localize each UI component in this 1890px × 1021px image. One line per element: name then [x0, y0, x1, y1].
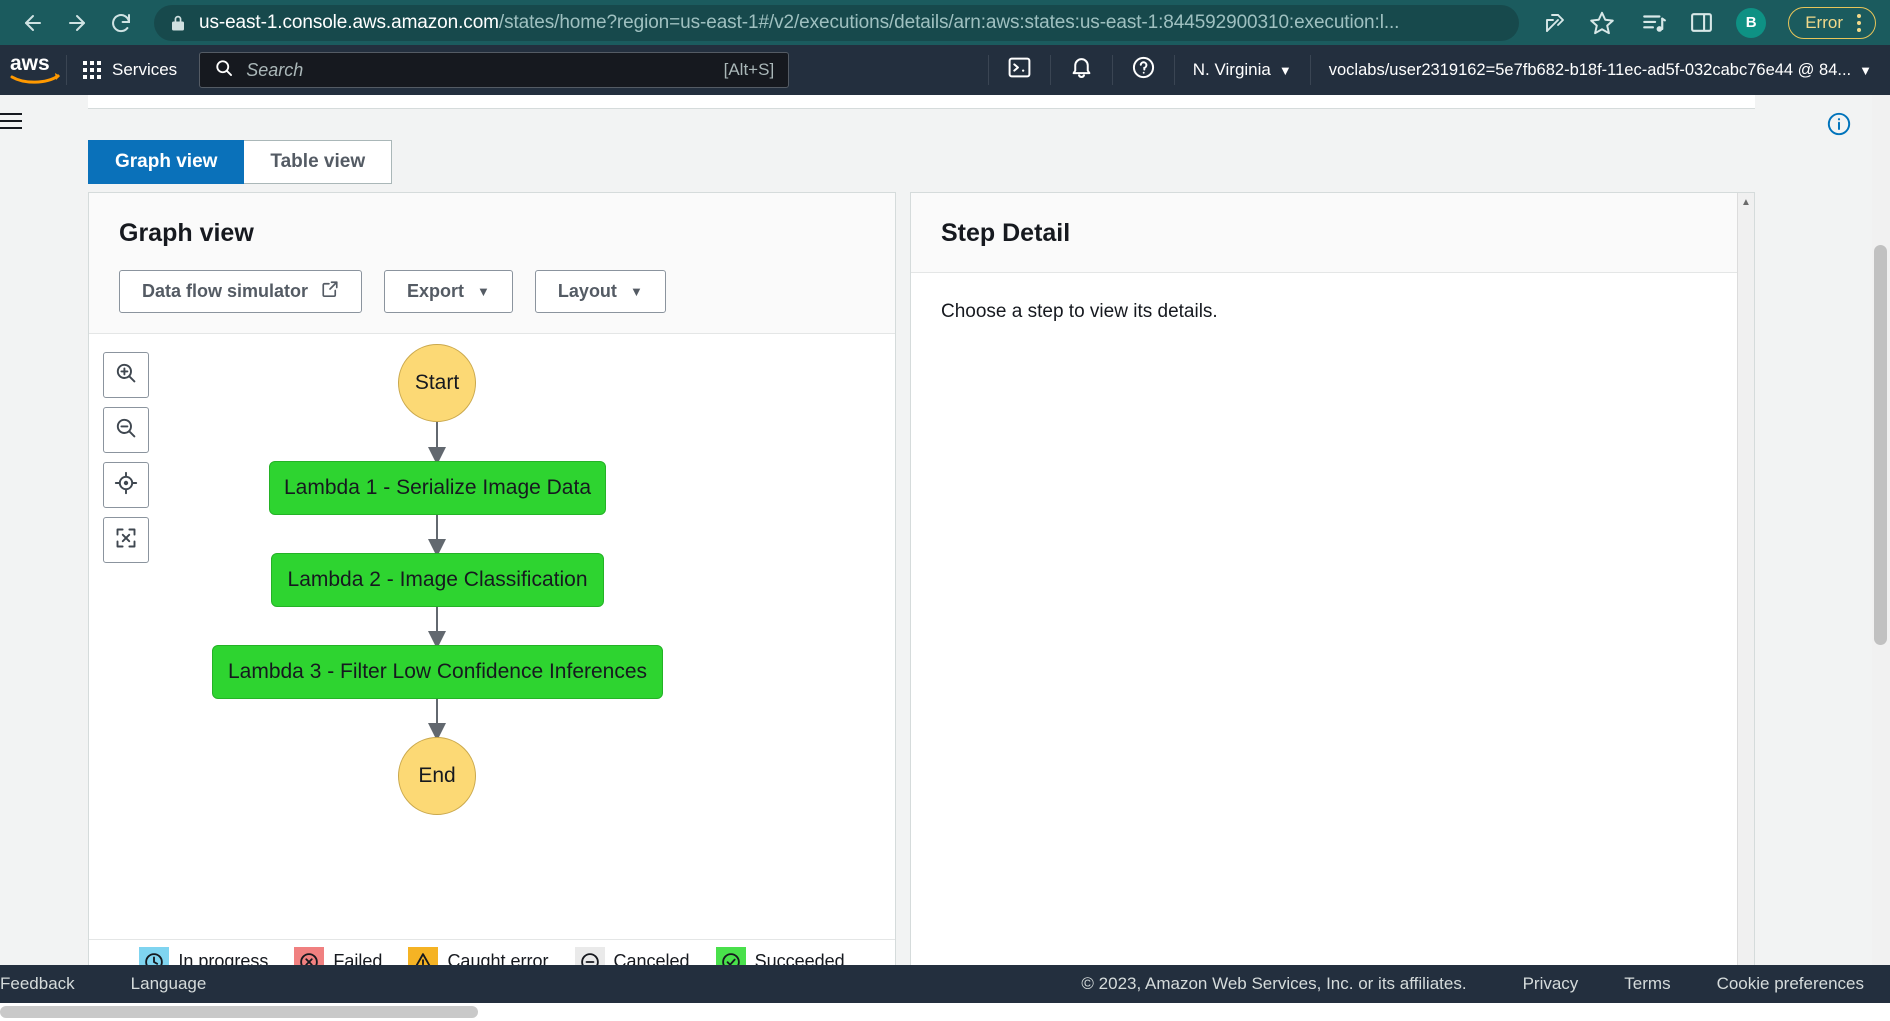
aws-logo[interactable]: aws	[0, 53, 66, 87]
account-menu[interactable]: voclabs/user2319162=5e7fb682-b18f-11ec-a…	[1311, 45, 1890, 95]
horizontal-scrollbar[interactable]	[0, 1003, 1890, 1021]
grid-icon	[83, 61, 101, 79]
step-detail-panel: Step Detail Choose a step to view its de…	[910, 192, 1755, 984]
export-button[interactable]: Export ▼	[384, 270, 513, 313]
browser-toolbar: us-east-1.console.aws.amazon.com/states/…	[0, 0, 1890, 45]
arrow-left-icon	[21, 11, 45, 35]
page-content: Graph view Table view Graph view Data fl…	[0, 95, 1890, 1021]
services-label: Services	[112, 60, 178, 79]
search-placeholder: Search	[246, 59, 304, 80]
chevron-down-icon: ▼	[477, 284, 490, 299]
horizontal-scrollbar-thumb[interactable]	[0, 1006, 478, 1018]
graph-panel-header: Graph view Data flow simulator Export ▼ …	[89, 193, 895, 333]
graph-node-lambda-2[interactable]: Lambda 2 - Image Classification	[271, 553, 604, 607]
layout-label: Layout	[557, 281, 617, 301]
page-footer: Feedback Language © 2023, Amazon Web Ser…	[0, 965, 1890, 1003]
search-icon	[214, 58, 234, 83]
breadcrumb-card	[88, 95, 1755, 109]
search-input[interactable]: Search [Alt+S]	[199, 52, 790, 88]
star-icon[interactable]	[1589, 10, 1615, 36]
url-path: /states/home?region=us-east-1#/v2/execut…	[498, 11, 1400, 33]
services-menu[interactable]: Services	[67, 45, 193, 95]
step-detail-header: Step Detail	[911, 193, 1754, 273]
region-label: N. Virginia	[1192, 60, 1271, 79]
footer-feedback-link[interactable]: Feedback	[0, 974, 75, 994]
bell-icon	[1069, 55, 1094, 85]
lock-icon	[170, 14, 186, 32]
side-panel-icon[interactable]	[1689, 10, 1714, 35]
data-flow-simulator-label: Data flow simulator	[142, 281, 309, 301]
chevron-down-icon: ▼	[1859, 62, 1872, 78]
graph-panel-title: Graph view	[119, 219, 254, 247]
arrow-right-icon	[65, 11, 89, 35]
detail-scrollbar[interactable]: ▲ ▼	[1737, 193, 1754, 983]
cloudshell-icon	[1007, 55, 1032, 85]
reading-list-icon[interactable]	[1641, 10, 1667, 36]
help-button[interactable]	[1113, 45, 1174, 95]
error-indicator[interactable]: Error	[1788, 6, 1876, 39]
chevron-down-icon: ▼	[1278, 62, 1292, 78]
question-mark-icon	[1131, 55, 1156, 85]
scrollbar-thumb[interactable]	[1874, 245, 1887, 645]
footer-language-link[interactable]: Language	[131, 974, 207, 994]
graph-toolbar: Data flow simulator Export ▼ Layout ▼	[119, 248, 865, 333]
reload-button[interactable]	[102, 4, 140, 42]
footer-copyright: © 2023, Amazon Web Services, Inc. or its…	[1081, 974, 1467, 993]
reload-icon	[109, 11, 133, 35]
share-icon[interactable]	[1543, 11, 1567, 35]
footer-privacy-link[interactable]: Privacy	[1523, 974, 1579, 994]
external-link-icon	[321, 280, 339, 303]
data-flow-simulator-button[interactable]: Data flow simulator	[119, 270, 363, 313]
hamburger-menu-icon[interactable]	[0, 113, 22, 129]
back-button[interactable]	[14, 4, 52, 42]
graph-node-lambda-1[interactable]: Lambda 1 - Serialize Image Data	[269, 461, 606, 515]
notifications-button[interactable]	[1051, 45, 1112, 95]
footer-cookie-preferences-link[interactable]: Cookie preferences	[1717, 974, 1864, 994]
info-circle-icon[interactable]	[1826, 111, 1852, 137]
panels-container: Graph view Data flow simulator Export ▼ …	[88, 192, 1755, 984]
graph-node-start[interactable]: Start	[398, 344, 476, 422]
graph-canvas-area[interactable]: Start Lambda 1 - Serialize Image Data La…	[89, 333, 895, 983]
url-host: us-east-1.console.aws.amazon.com	[199, 11, 499, 33]
chevron-down-icon: ▼	[629, 284, 643, 299]
tab-graph-view[interactable]: Graph view	[88, 140, 245, 184]
scroll-up-icon[interactable]: ▲	[1741, 197, 1751, 208]
page-scrollbar[interactable]	[1872, 95, 1890, 1021]
address-bar[interactable]: us-east-1.console.aws.amazon.com/states/…	[154, 4, 1520, 41]
step-detail-empty-message: Choose a step to view its details.	[941, 301, 1218, 322]
aws-top-navigation: aws Services Search [Alt+S] N. Virginia …	[0, 45, 1890, 95]
tab-table-view[interactable]: Table view	[244, 140, 393, 184]
graph-connectors	[428, 422, 446, 741]
svg-text:aws: aws	[10, 53, 50, 75]
export-label: Export	[407, 281, 465, 301]
region-selector[interactable]: N. Virginia ▼	[1175, 45, 1310, 95]
search-shortcut: [Alt+S]	[723, 60, 775, 79]
avatar[interactable]: B	[1736, 7, 1767, 38]
view-tabs: Graph view Table view	[88, 140, 393, 184]
footer-terms-link[interactable]: Terms	[1624, 974, 1670, 994]
graph-node-end[interactable]: End	[398, 737, 476, 815]
cloudshell-button[interactable]	[989, 45, 1050, 95]
account-label: voclabs/user2319162=5e7fb682-b18f-11ec-a…	[1328, 60, 1852, 79]
kebab-menu-icon[interactable]	[1857, 13, 1861, 32]
layout-button[interactable]: Layout ▼	[534, 270, 666, 313]
error-label: Error	[1805, 12, 1843, 32]
forward-button[interactable]	[58, 4, 96, 42]
url-text: us-east-1.console.aws.amazon.com/states/…	[199, 12, 1399, 34]
graph-view-panel: Graph view Data flow simulator Export ▼ …	[88, 192, 896, 984]
step-detail-title: Step Detail	[941, 219, 1071, 247]
graph-node-lambda-3[interactable]: Lambda 3 - Filter Low Confidence Inferen…	[212, 645, 663, 699]
